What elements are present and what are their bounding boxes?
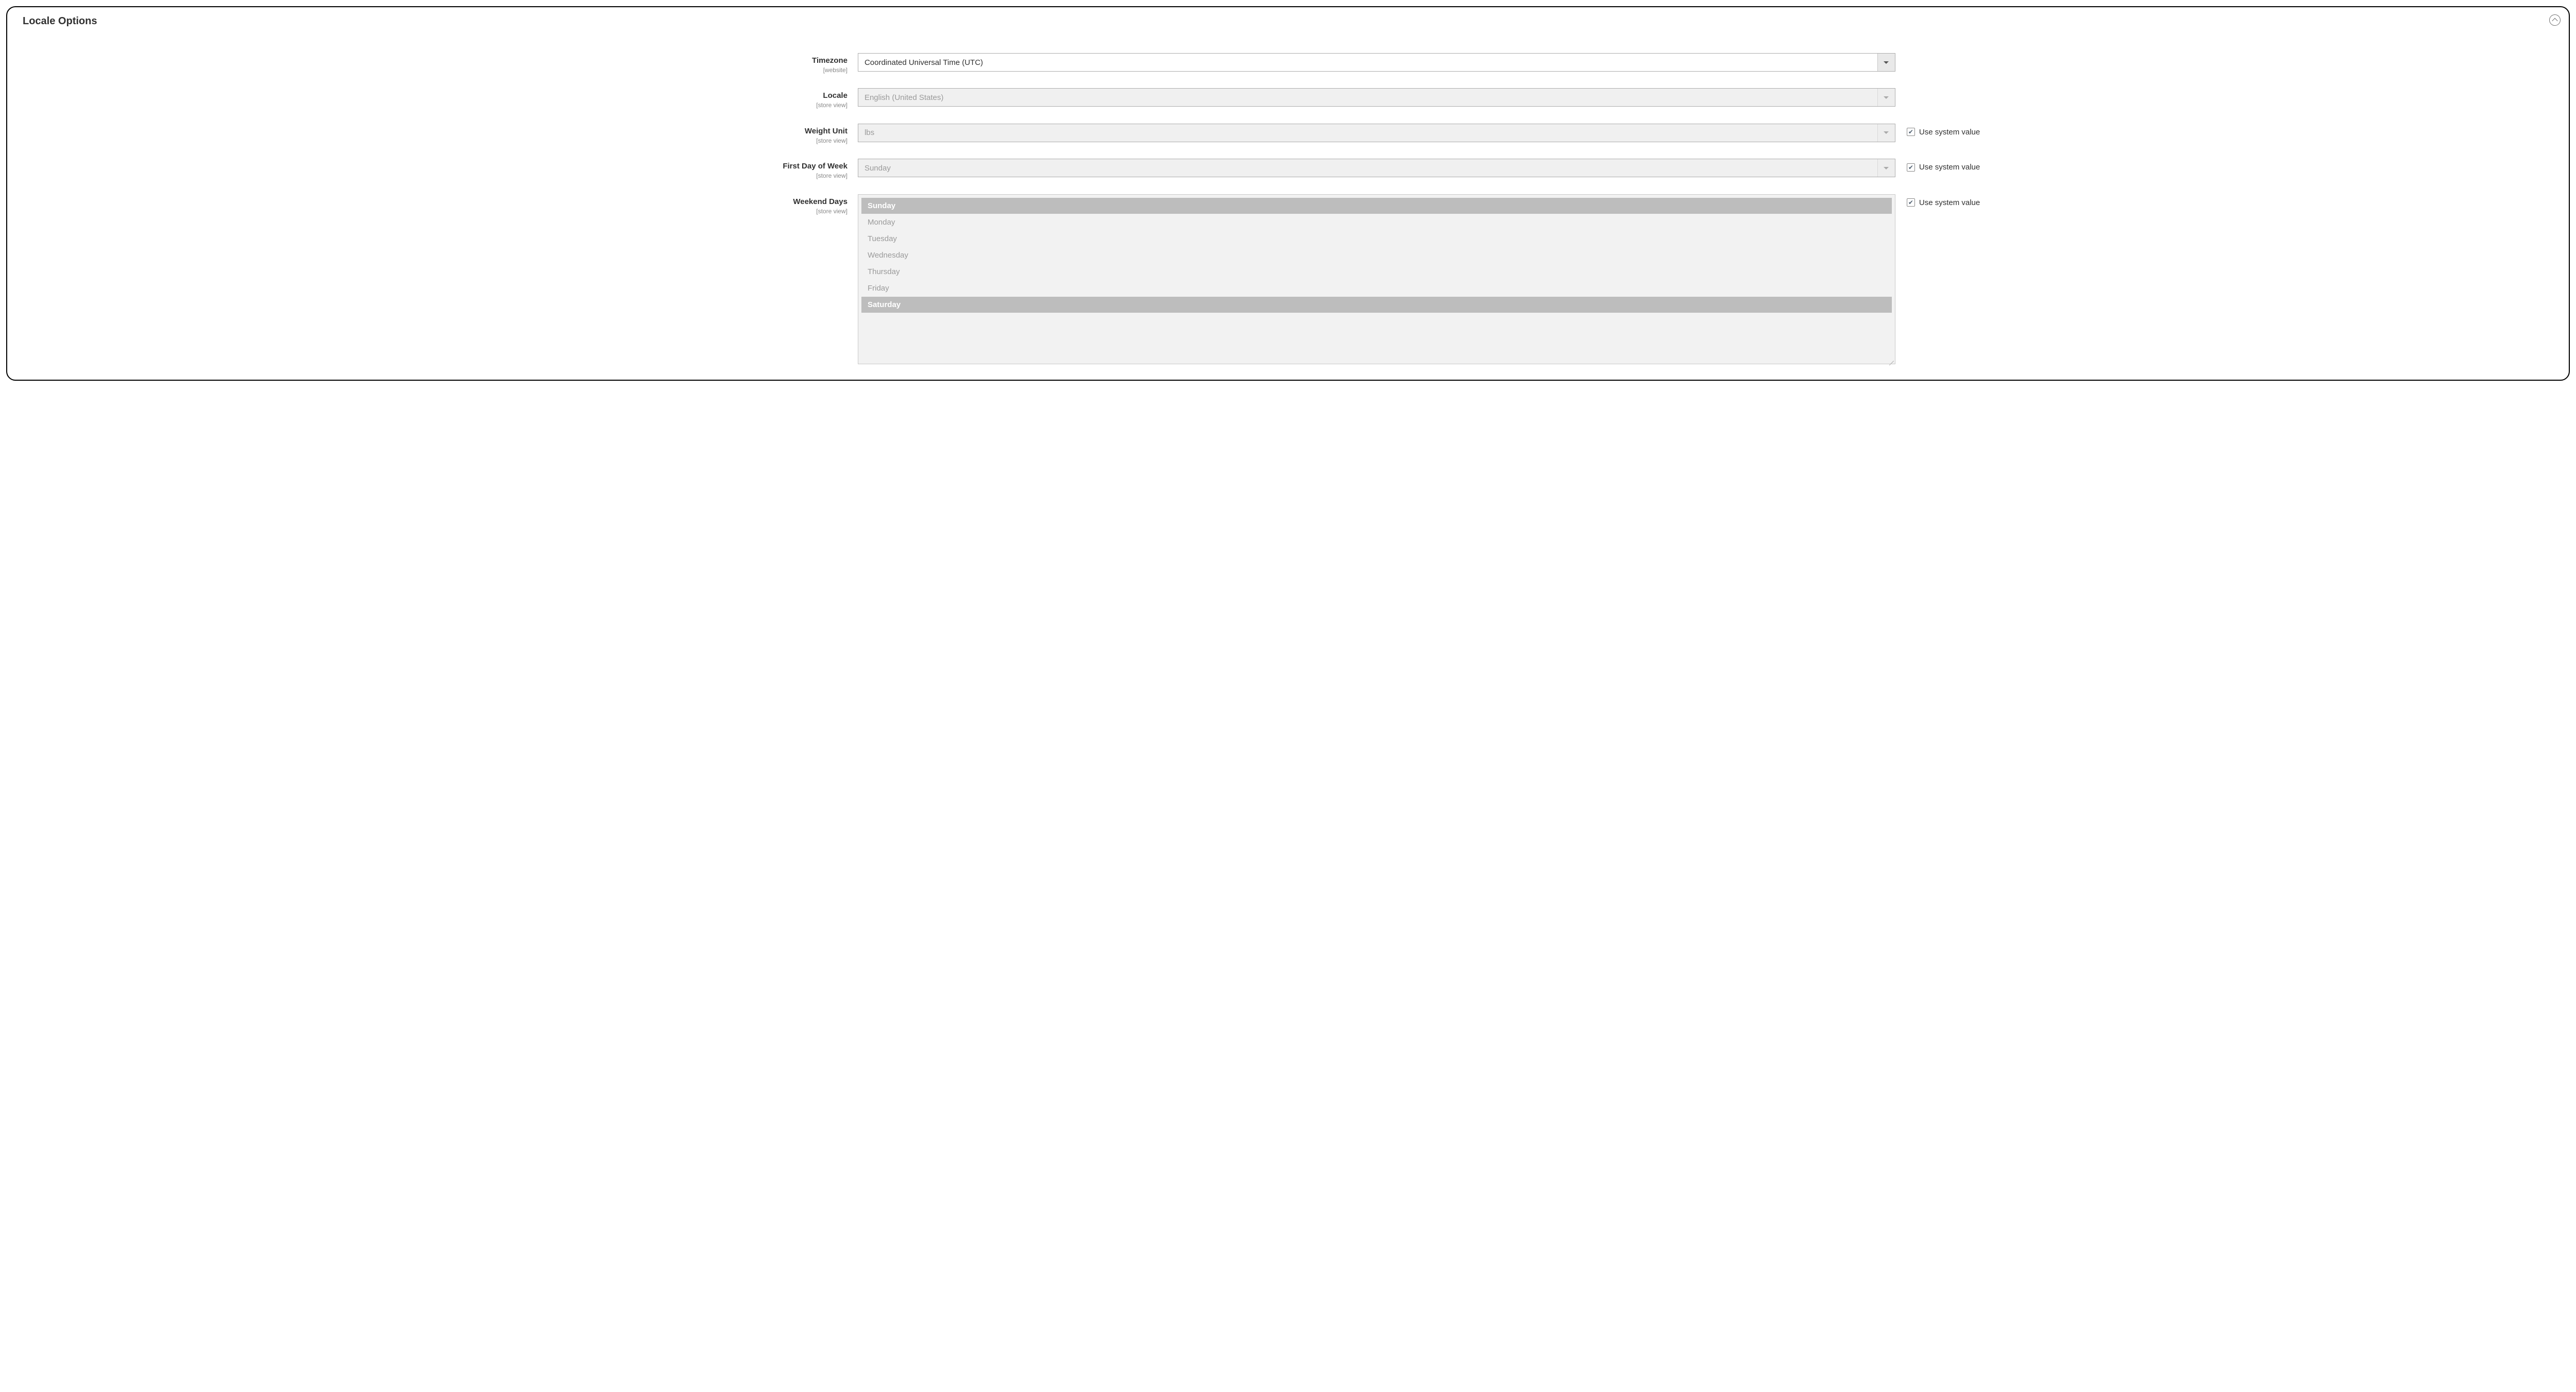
scope-text: [store view] [23, 208, 848, 215]
scope-text: [website] [23, 66, 848, 74]
field-control-weight-unit: lbs [858, 124, 1895, 142]
field-label-locale: Locale [store view] [23, 88, 858, 109]
weekend-days-multiselect: Sunday Monday Tuesday Wednesday Thursday… [858, 194, 1895, 364]
locale-select: English (United States) [858, 88, 1895, 107]
select-value: English (United States) [865, 93, 943, 102]
select-value: Coordinated Universal Time (UTC) [865, 58, 983, 67]
resize-handle-icon [1888, 357, 1894, 363]
field-row-weight-unit: Weight Unit [store view] lbs Use system … [23, 124, 2553, 144]
field-control-first-day: Sunday [858, 159, 1895, 177]
chevron-down-icon [1877, 89, 1895, 106]
weight-unit-select: lbs [858, 124, 1895, 142]
field-label-weekend-days: Weekend Days [store view] [23, 194, 858, 215]
label-text: Timezone [23, 56, 848, 65]
use-system-value-checkbox[interactable] [1907, 198, 1915, 207]
label-text: First Day of Week [23, 162, 848, 171]
field-label-first-day: First Day of Week [store view] [23, 159, 858, 179]
locale-options-panel: Locale Options Timezone [website] Coordi… [6, 6, 2570, 381]
field-label-timezone: Timezone [website] [23, 53, 858, 74]
label-text: Locale [23, 91, 848, 100]
option-thursday: Thursday [861, 264, 1892, 280]
panel-title: Locale Options [23, 7, 2553, 32]
first-day-select: Sunday [858, 159, 1895, 177]
chevron-down-icon [1877, 124, 1895, 142]
label-text: Weight Unit [23, 127, 848, 136]
scope-text: [store view] [23, 101, 848, 109]
chevron-up-icon[interactable] [2549, 14, 2561, 26]
field-control-locale: English (United States) [858, 88, 1895, 107]
select-value: Sunday [865, 164, 891, 173]
form-body: Timezone [website] Coordinated Universal… [23, 32, 2553, 364]
option-sunday: Sunday [861, 198, 1892, 214]
field-label-weight-unit: Weight Unit [store view] [23, 124, 858, 144]
option-friday: Friday [861, 280, 1892, 296]
field-row-locale: Locale [store view] English (United Stat… [23, 88, 2553, 109]
timezone-select[interactable]: Coordinated Universal Time (UTC) [858, 53, 1895, 72]
field-row-timezone: Timezone [website] Coordinated Universal… [23, 53, 2553, 74]
use-system-value-label: Use system value [1919, 163, 1980, 172]
option-wednesday: Wednesday [861, 247, 1892, 263]
select-value: lbs [865, 128, 874, 137]
use-system-value-checkbox[interactable] [1907, 128, 1915, 136]
field-extra-first-day: Use system value [1895, 159, 1980, 172]
label-text: Weekend Days [23, 197, 848, 207]
field-extra-weekend-days: Use system value [1895, 194, 1980, 207]
option-saturday: Saturday [861, 297, 1892, 313]
field-row-weekend-days: Weekend Days [store view] Sunday Monday … [23, 194, 2553, 364]
field-control-timezone: Coordinated Universal Time (UTC) [858, 53, 1895, 72]
chevron-down-icon [1877, 159, 1895, 177]
option-monday: Monday [861, 214, 1892, 230]
field-control-weekend-days: Sunday Monday Tuesday Wednesday Thursday… [858, 194, 1895, 364]
use-system-value-checkbox[interactable] [1907, 163, 1915, 172]
field-extra-timezone [1895, 53, 1907, 57]
use-system-value-label: Use system value [1919, 198, 1980, 207]
chevron-down-icon [1877, 54, 1895, 71]
use-system-value-label: Use system value [1919, 128, 1980, 137]
field-row-first-day: First Day of Week [store view] Sunday Us… [23, 159, 2553, 179]
scope-text: [store view] [23, 172, 848, 179]
option-tuesday: Tuesday [861, 231, 1892, 247]
field-extra-locale [1895, 88, 1907, 92]
field-extra-weight-unit: Use system value [1895, 124, 1980, 137]
scope-text: [store view] [23, 137, 848, 144]
